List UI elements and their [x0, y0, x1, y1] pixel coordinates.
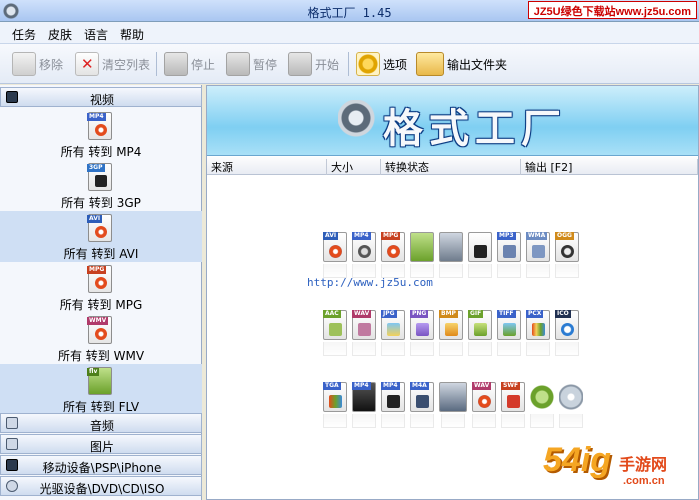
gear-icon — [356, 52, 380, 76]
jpg-format-icon: JPG — [381, 310, 405, 340]
3gp-file-icon: 3GP — [87, 163, 112, 191]
category-rom[interactable]: 光驱设备\DVD\CD\ISO — [0, 476, 202, 496]
toolbar: 移除 清空列表 停止 暂停 开始 选项 输出文件夹 — [0, 44, 699, 84]
psp-device-icon: MP4 — [352, 382, 376, 412]
menu-skin[interactable]: 皮肤 — [48, 26, 72, 43]
folder-icon — [416, 52, 444, 76]
category-image[interactable]: 图片 — [0, 434, 202, 454]
list-item-3gp[interactable]: 3GP 所有 转到 3GP — [0, 160, 202, 211]
task-table-header: 来源 大小 转换状态 输出 [F2] — [207, 157, 698, 175]
flv-file-icon: flv — [87, 367, 112, 395]
list-item-label: 所有 转到 3GP — [61, 196, 141, 210]
wmv-file-icon: WMV — [87, 316, 112, 344]
stop-label: 停止 — [191, 57, 216, 72]
remove-label: 移除 — [39, 57, 64, 72]
output-folder-label: 输出文件夹 — [447, 57, 508, 72]
menu-language[interactable]: 语言 — [84, 26, 108, 43]
mpg-format-icon: MPG — [381, 232, 405, 262]
watermark-text: 手游网 — [619, 457, 668, 474]
column-status[interactable]: 转换状态 — [381, 159, 521, 175]
ogg-format-icon: OGG — [555, 232, 579, 262]
3gp-format-icon — [468, 232, 492, 262]
options-label: 选项 — [383, 57, 408, 72]
mp4-file-icon: MP4 — [87, 112, 112, 140]
mobile-video-icon — [439, 382, 467, 412]
video-format-list: MP4 所有 转到 MP4 3GP 所有 转到 3GP AVI 所有 转到 AV… — [0, 109, 202, 415]
website-url: http://www.jz5u.com — [307, 276, 433, 289]
iphone-device-icon: MP4 — [381, 382, 405, 412]
category-video[interactable]: 视频 — [0, 87, 202, 107]
tga-format-icon: TGA — [323, 382, 347, 412]
site-watermark: JZ5U绿色下载站www.jz5u.com — [527, 1, 697, 19]
list-item-avi[interactable]: AVI 所有 转到 AVI — [0, 211, 202, 262]
swf-format-icon: SWF — [501, 382, 525, 412]
tiff-format-icon: TIFF — [497, 310, 521, 340]
category-panel: 视频 MP4 所有 转到 MP4 3GP 所有 转到 3GP AVI 所有 转到… — [0, 85, 202, 500]
pause-label: 暂停 — [253, 57, 278, 72]
clear-list-icon — [75, 52, 99, 76]
png-format-icon: PNG — [410, 310, 434, 340]
clear-list-label: 清空列表 — [102, 57, 151, 72]
bmp-format-icon: BMP — [439, 310, 463, 340]
mp3-format-icon: MP3 — [497, 232, 521, 262]
site-watermark-bottom: 54ig 手游网 .com.cn — [543, 441, 693, 495]
category-audio[interactable]: 音频 — [0, 413, 202, 433]
list-item-label: 所有 转到 WMV — [57, 349, 145, 363]
gif-format-icon: GIF — [468, 310, 492, 340]
clear-list-button[interactable]: 清空列表 — [75, 50, 150, 78]
output-folder-button[interactable]: 输出文件夹 — [416, 50, 507, 78]
column-source[interactable]: 来源 — [207, 159, 327, 175]
banner-title: 格式工厂 — [383, 105, 567, 152]
watermark-domain: .com.cn — [623, 475, 665, 487]
list-item-label: 所有 转到 MPG — [59, 298, 143, 312]
app-banner: 格式工厂 — [207, 86, 698, 156]
task-panel: 格式工厂 来源 大小 转换状态 输出 [F2] AVI MP4 MPG MP3 … — [206, 85, 699, 500]
wav-format-icon: WAV — [352, 310, 376, 340]
flv-format-icon — [410, 232, 434, 262]
list-item-wmv[interactable]: WMV 所有 转到 WMV — [0, 313, 202, 364]
column-output[interactable]: 输出 [F2] — [521, 159, 698, 175]
start-button[interactable]: 开始 — [288, 50, 339, 78]
stop-icon — [164, 52, 188, 76]
options-button[interactable]: 选项 — [356, 50, 407, 78]
m4a-format-icon: M4A — [410, 382, 434, 412]
cd-rom-icon — [559, 382, 583, 412]
toolbar-separator — [348, 52, 349, 76]
watermark-logo: 54ig — [543, 441, 612, 479]
dvd-format-icon — [439, 232, 463, 262]
toolbar-separator — [156, 52, 157, 76]
title-bar: 格式工厂 1.45 JZ5U绿色下载站www.jz5u.com — [0, 0, 699, 22]
category-mobile[interactable]: 移动设备\PSP\iPhone — [0, 455, 202, 475]
list-item-label: 所有 转到 AVI — [63, 247, 139, 261]
list-item-mpg[interactable]: MPG 所有 转到 MPG — [0, 262, 202, 313]
pcx-format-icon: PCX — [526, 310, 550, 340]
mp4-format-icon: MP4 — [352, 232, 376, 262]
avi-format-icon: AVI — [323, 232, 347, 262]
ico-format-icon: ICO — [555, 310, 579, 340]
list-item-label: 所有 转到 MP4 — [60, 145, 142, 159]
mpg-file-icon: MPG — [87, 265, 112, 293]
avi-file-icon: AVI — [87, 214, 112, 242]
column-size[interactable]: 大小 — [327, 159, 381, 175]
list-item-mp4[interactable]: MP4 所有 转到 MP4 — [0, 109, 202, 160]
remove-icon — [12, 52, 36, 76]
pause-icon — [226, 52, 250, 76]
aac-format-icon: AAC — [323, 310, 347, 340]
film-reel-icon — [338, 100, 378, 140]
stop-button[interactable]: 停止 — [164, 50, 215, 78]
menu-bar: 任务 皮肤 语言 帮助 — [0, 22, 699, 44]
remove-button[interactable]: 移除 — [12, 50, 63, 78]
pause-button[interactable]: 暂停 — [226, 50, 277, 78]
wma-format-icon: WMA — [526, 232, 550, 262]
recycle-icon — [530, 382, 554, 412]
menu-task[interactable]: 任务 — [12, 26, 36, 43]
start-label: 开始 — [315, 57, 340, 72]
start-icon — [288, 52, 312, 76]
list-item-flv[interactable]: flv 所有 转到 FLV — [0, 364, 202, 415]
menu-help[interactable]: 帮助 — [120, 26, 144, 43]
wav-device-icon: WAV — [472, 382, 496, 412]
